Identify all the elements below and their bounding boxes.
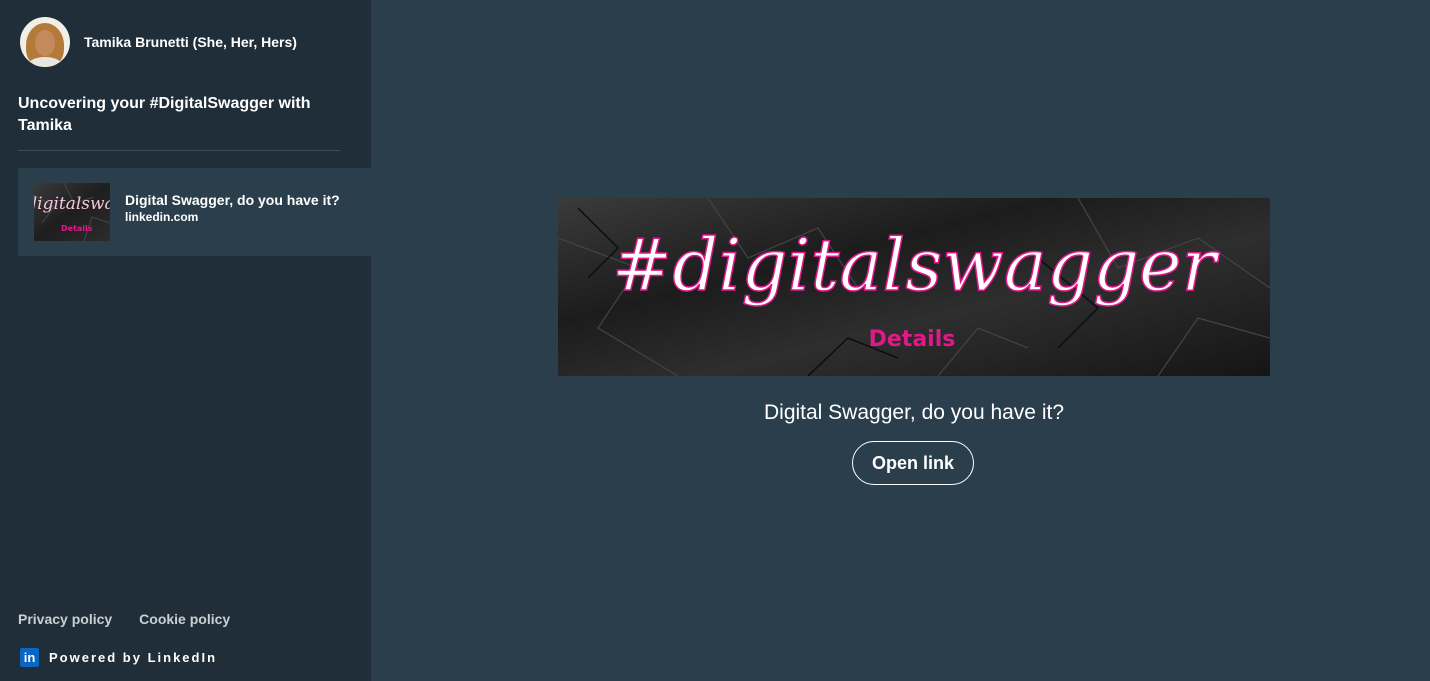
privacy-policy-link[interactable]: Privacy policy (18, 611, 112, 627)
article-title: Digital Swagger, do you have it? (125, 192, 340, 208)
newsletter-title: Uncovering your #DigitalSwagger with Tam… (18, 95, 311, 134)
article-domain: linkedin.com (125, 210, 199, 224)
footer-links: Privacy policy Cookie policy (18, 611, 230, 627)
thumbnail-text: #digitalswagger (34, 194, 110, 214)
cookie-policy-link[interactable]: Cookie policy (139, 611, 230, 627)
powered-by-linkedin[interactable]: in Powered by LinkedIn (20, 648, 217, 667)
powered-by-text: Powered by LinkedIn (49, 650, 218, 665)
hero-image: #digitalswagger Details (558, 198, 1270, 376)
article-list-item[interactable]: #digitalswagger Details Digital Swagger,… (18, 168, 371, 256)
author-name[interactable]: Tamika Brunetti (She, Her, Hers) (84, 34, 297, 50)
avatar-shirt (28, 57, 62, 67)
hero-hashtag-text: #digitalswagger (612, 223, 1220, 307)
divider (18, 150, 340, 151)
thumbnail-brand: Details (61, 224, 93, 233)
avatar-face (35, 30, 55, 56)
article-text: Digital Swagger, do you have it? linkedi… (125, 192, 340, 224)
open-link-button[interactable]: Open link (852, 441, 974, 485)
hero-brand-text: Details (869, 327, 956, 352)
article-heading: Digital Swagger, do you have it? (763, 401, 1065, 424)
avatar[interactable] (20, 17, 70, 67)
sidebar: Tamika Brunetti (She, Her, Hers) Uncover… (0, 0, 371, 681)
article-thumbnail: #digitalswagger Details (34, 183, 110, 241)
author-block[interactable]: Tamika Brunetti (She, Her, Hers) (20, 17, 297, 67)
linkedin-logo-icon: in (20, 648, 39, 667)
